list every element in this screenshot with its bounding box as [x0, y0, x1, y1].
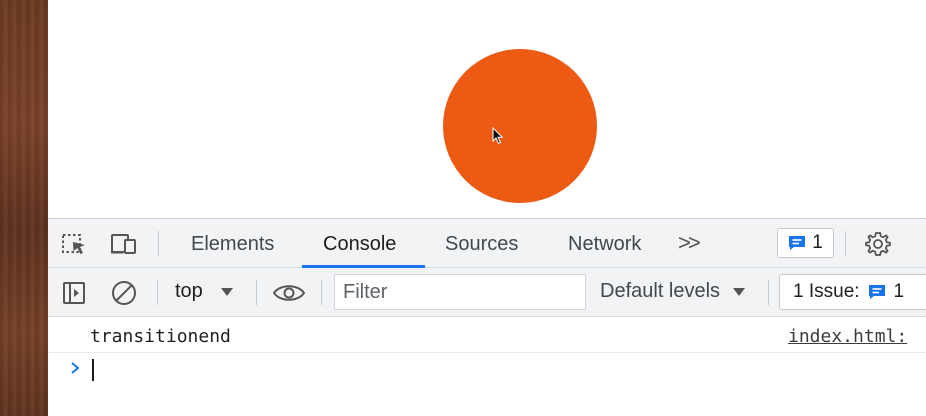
toolbar-divider	[158, 231, 159, 256]
console-output: transitionend index.html:	[48, 317, 926, 416]
toolbar-divider	[845, 231, 846, 256]
console-message-source-link[interactable]: index.html:	[788, 326, 907, 347]
console-message-text: transitionend	[90, 326, 231, 347]
console-message-row: transitionend index.html:	[48, 317, 926, 353]
desktop-background	[0, 0, 48, 416]
eye-icon[interactable]	[272, 280, 306, 306]
filter-input[interactable]	[334, 274, 586, 310]
toolbar-divider	[256, 280, 257, 305]
tab-sources[interactable]: Sources	[445, 233, 518, 256]
context-label: top	[175, 280, 203, 302]
chat-icon	[868, 285, 885, 299]
chat-icon	[789, 236, 806, 250]
tab-console[interactable]: Console	[323, 233, 396, 256]
inspect-element-icon[interactable]	[60, 231, 88, 257]
chevron-down-icon	[221, 287, 234, 296]
chevron-down-icon	[732, 287, 745, 296]
console-input-caret[interactable]	[92, 359, 94, 381]
log-levels-label: Default levels	[600, 280, 721, 302]
sidebar-toggle-icon[interactable]	[60, 280, 88, 306]
toolbar-divider	[321, 280, 322, 305]
log-levels-dropdown[interactable]: Default levels	[600, 280, 746, 303]
devtools-panel: Elements Console Sources Network >> 1 to…	[48, 218, 926, 416]
messages-count: 1	[812, 232, 823, 253]
console-toolbar: top Default levels 1 Issue:	[48, 268, 926, 317]
context-selector[interactable]: top	[175, 280, 234, 303]
issues-button[interactable]: 1 Issue: 1	[779, 274, 926, 310]
gear-icon[interactable]	[864, 231, 892, 257]
more-tabs-icon[interactable]: >>	[678, 230, 701, 256]
device-toolbar-icon[interactable]	[110, 231, 138, 257]
toolbar-divider	[768, 280, 769, 305]
issues-count: 1	[893, 281, 905, 302]
messages-badge[interactable]: 1	[777, 228, 834, 258]
mouse-cursor-icon	[492, 127, 504, 145]
animated-circle[interactable]	[443, 49, 597, 203]
devtools-tab-bar: Elements Console Sources Network >> 1	[48, 219, 926, 268]
issues-label: 1 Issue:	[793, 281, 860, 302]
clear-console-icon[interactable]	[110, 280, 138, 306]
tab-network[interactable]: Network	[568, 233, 641, 256]
page-viewport	[48, 0, 926, 218]
toolbar-divider	[157, 280, 158, 305]
chevron-right-icon	[71, 362, 80, 374]
tab-elements[interactable]: Elements	[191, 233, 274, 256]
